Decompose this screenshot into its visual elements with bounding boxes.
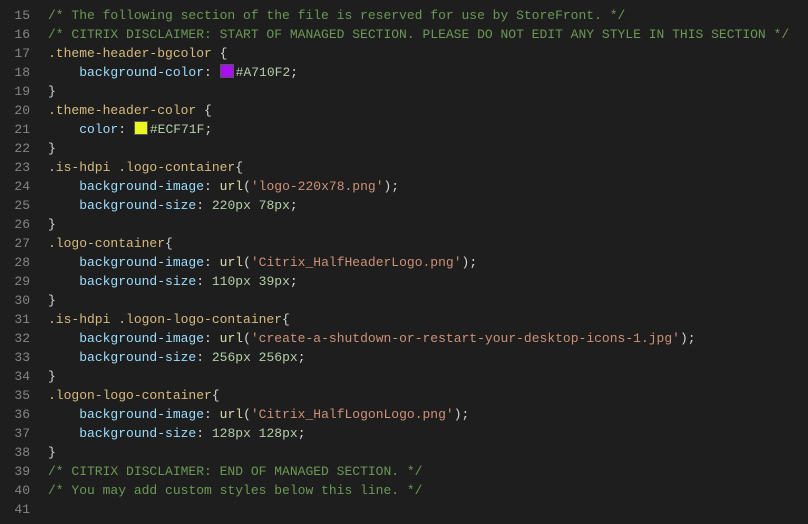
code-line[interactable]: .is-hdpi .logon-logo-container{ — [48, 310, 808, 329]
line-number: 31 — [0, 310, 30, 329]
line-number: 18 — [0, 63, 30, 82]
line-number: 26 — [0, 215, 30, 234]
line-number: 30 — [0, 291, 30, 310]
line-number: 40 — [0, 481, 30, 500]
code-line[interactable]: } — [48, 443, 808, 462]
line-number: 25 — [0, 196, 30, 215]
code-line[interactable]: background-color: #A710F2; — [48, 63, 808, 82]
line-number: 27 — [0, 234, 30, 253]
code-line[interactable]: background-size: 128px 128px; — [48, 424, 808, 443]
code-line[interactable]: .logo-container{ — [48, 234, 808, 253]
code-line[interactable]: background-image: url('Citrix_HalfHeader… — [48, 253, 808, 272]
code-line[interactable]: color: #ECF71F; — [48, 120, 808, 139]
code-line[interactable]: /* The following section of the file is … — [48, 6, 808, 25]
code-line[interactable]: /* CITRIX DISCLAIMER: END OF MANAGED SEC… — [48, 462, 808, 481]
line-number: 41 — [0, 500, 30, 519]
line-number: 32 — [0, 329, 30, 348]
code-area[interactable]: /* The following section of the file is … — [36, 0, 808, 524]
line-number: 35 — [0, 386, 30, 405]
code-line[interactable]: background-size: 220px 78px; — [48, 196, 808, 215]
code-line[interactable]: background-image: url('logo-220x78.png')… — [48, 177, 808, 196]
line-number: 19 — [0, 82, 30, 101]
code-editor[interactable]: 1516171819202122232425262728293031323334… — [0, 0, 808, 524]
line-number: 17 — [0, 44, 30, 63]
code-line[interactable]: .is-hdpi .logo-container{ — [48, 158, 808, 177]
line-number: 36 — [0, 405, 30, 424]
code-line[interactable]: background-size: 256px 256px; — [48, 348, 808, 367]
line-number: 28 — [0, 253, 30, 272]
line-number: 29 — [0, 272, 30, 291]
code-line[interactable]: .theme-header-color { — [48, 101, 808, 120]
line-number: 24 — [0, 177, 30, 196]
line-number: 39 — [0, 462, 30, 481]
line-number: 20 — [0, 101, 30, 120]
code-line[interactable]: } — [48, 215, 808, 234]
code-line[interactable] — [48, 500, 808, 519]
line-number: 16 — [0, 25, 30, 44]
code-line[interactable]: background-size: 110px 39px; — [48, 272, 808, 291]
code-line[interactable]: } — [48, 291, 808, 310]
line-number: 23 — [0, 158, 30, 177]
line-number: 22 — [0, 139, 30, 158]
code-line[interactable]: } — [48, 139, 808, 158]
code-line[interactable]: /* CITRIX DISCLAIMER: START OF MANAGED S… — [48, 25, 808, 44]
line-number: 33 — [0, 348, 30, 367]
color-swatch-icon — [134, 121, 148, 135]
code-line[interactable]: /* You may add custom styles below this … — [48, 481, 808, 500]
code-line[interactable]: background-image: url('Citrix_HalfLogonL… — [48, 405, 808, 424]
line-number: 21 — [0, 120, 30, 139]
code-line[interactable]: .theme-header-bgcolor { — [48, 44, 808, 63]
code-line[interactable]: } — [48, 82, 808, 101]
code-line[interactable]: .logon-logo-container{ — [48, 386, 808, 405]
line-number: 15 — [0, 6, 30, 25]
code-line[interactable]: background-image: url('create-a-shutdown… — [48, 329, 808, 348]
code-line[interactable]: } — [48, 367, 808, 386]
line-number-gutter: 1516171819202122232425262728293031323334… — [0, 0, 36, 524]
line-number: 38 — [0, 443, 30, 462]
line-number: 37 — [0, 424, 30, 443]
line-number: 34 — [0, 367, 30, 386]
color-swatch-icon — [220, 64, 234, 78]
